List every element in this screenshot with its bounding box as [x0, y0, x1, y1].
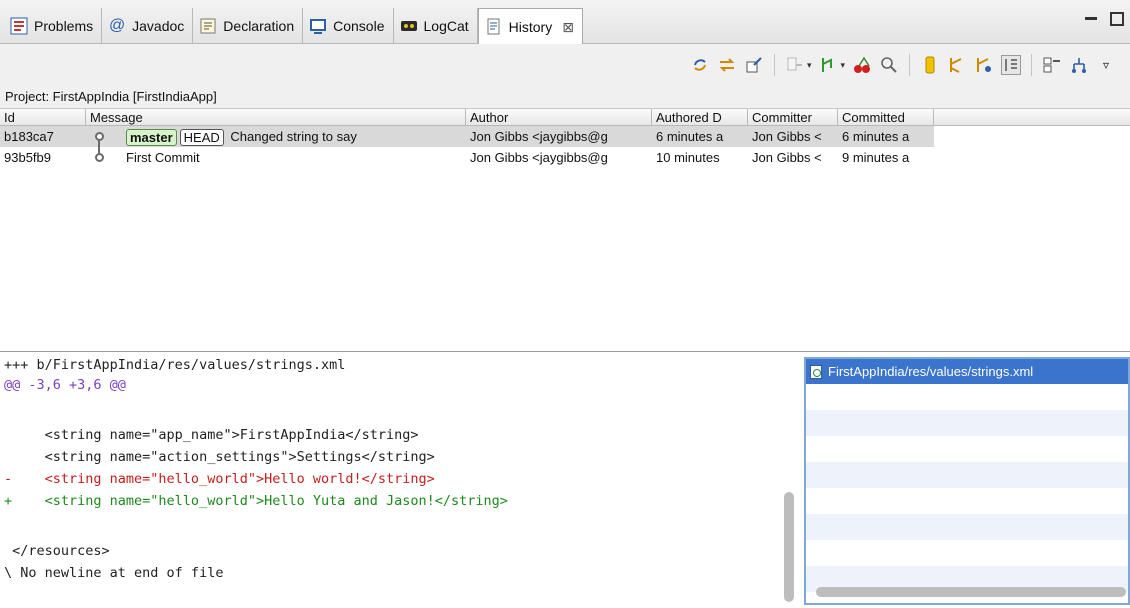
search-icon[interactable] — [879, 55, 899, 75]
layout-icon[interactable] — [1042, 55, 1062, 75]
xml-file-icon — [810, 364, 822, 379]
chevron-down-icon[interactable]: ▾ — [840, 60, 845, 71]
commit-message: Changed string to say — [230, 129, 357, 144]
files-horizontal-scrollbar[interactable] — [816, 587, 1126, 597]
column-header-committer[interactable]: Committer — [748, 109, 838, 125]
commit-graph — [86, 126, 126, 154]
commit-table-header: Id Message Author Authored D Committer C… — [0, 108, 1130, 126]
head-badge: HEAD — [179, 129, 224, 147]
table-row[interactable]: b183ca7 master HEAD Changed string to say… — [0, 126, 934, 154]
tab-javadoc[interactable]: @ Javadoc — [102, 8, 194, 44]
empty-row — [806, 488, 1128, 514]
show-all-branches-icon[interactable] — [947, 55, 967, 75]
cherry-pick-icon[interactable] — [852, 55, 872, 75]
empty-row — [806, 436, 1128, 462]
tab-label: Console — [333, 18, 385, 34]
at-sign-icon: @ — [109, 17, 126, 34]
tab-label: LogCat — [423, 18, 469, 34]
tab-problems[interactable]: Problems — [4, 8, 103, 44]
refresh-icon[interactable] — [690, 55, 710, 75]
pin-icon[interactable] — [744, 55, 764, 75]
tab-label: Declaration — [223, 18, 295, 34]
table-row[interactable]: 93b5fb9 First Commit Jon Gibbs <jaygibbs… — [0, 147, 1130, 168]
commit-id: 93b5fb9 — [4, 150, 51, 165]
empty-row — [806, 514, 1128, 540]
empty-row — [806, 384, 1128, 410]
commit-message: First Commit — [126, 150, 200, 165]
commit-author: Jon Gibbs <jaygibbs@g — [470, 129, 608, 144]
column-header-id[interactable]: Id — [0, 109, 86, 125]
list-item[interactable]: FirstAppIndia/res/values/strings.xml — [806, 359, 1128, 384]
view-window-controls — [1084, 12, 1124, 26]
file-path: FirstAppIndia/res/values/strings.xml — [828, 364, 1034, 379]
column-header-message[interactable]: Message — [86, 109, 466, 125]
commit-committer: Jon Gibbs < — [752, 150, 822, 165]
close-icon[interactable]: ⊠ — [562, 19, 574, 36]
branch-filter-icon[interactable] — [818, 55, 838, 75]
view-tab-bar: Problems @ Javadoc Declaration Console L… — [0, 0, 1130, 45]
tab-console[interactable]: Console — [303, 8, 394, 44]
empty-row — [806, 462, 1128, 488]
commit-node-icon — [95, 153, 104, 162]
console-icon — [310, 19, 327, 34]
column-header-authored-date[interactable]: Authored D — [652, 109, 748, 125]
commit-table: b183ca7 master HEAD Changed string to say… — [0, 126, 1130, 352]
commit-message-cell: master HEAD Changed string to say — [126, 126, 466, 147]
commit-author: Jon Gibbs <jaygibbs@g — [470, 150, 608, 165]
show-additional-refs-icon[interactable] — [974, 55, 994, 75]
repository-icon[interactable] — [920, 55, 940, 75]
minimize-icon[interactable] — [1084, 12, 1098, 26]
commit-id: b183ca7 — [4, 129, 54, 144]
tab-history[interactable]: History ⊠ — [477, 8, 583, 45]
toolbar-separator — [909, 54, 910, 76]
diff-vertical-scrollbar[interactable] — [784, 492, 794, 602]
commit-authored-date: 10 minutes — [656, 150, 720, 165]
view-menu-icon[interactable]: ▿ — [1096, 55, 1116, 75]
link-with-selection-icon[interactable] — [717, 55, 737, 75]
diff-viewer[interactable]: +++ b/FirstAppIndia/res/values/strings.x… — [0, 353, 800, 608]
toolbar-actions: ▾ ▾ ▿ — [690, 54, 1116, 76]
history-toolbar: ▾ ▾ ▿ — [0, 44, 1130, 86]
toolbar-separator — [773, 54, 775, 76]
diff-added-line: + <string name="hello_world">Hello Yuta … — [4, 493, 508, 509]
commit-graph — [86, 147, 126, 168]
problems-icon — [10, 17, 28, 35]
diff-no-newline-note: \ No newline at end of file — [4, 565, 224, 581]
diff-hunk-header: @@ -3,6 +3,6 @@ — [4, 377, 126, 393]
diff-context-line: <string name="app_name">FirstAppIndia</s… — [4, 427, 419, 443]
chevron-down-icon[interactable]: ▾ — [807, 60, 812, 71]
compare-mode-icon[interactable] — [785, 55, 805, 75]
diff-context-line: <string name="action_settings">Settings<… — [4, 449, 435, 465]
tab-declaration[interactable]: Declaration — [193, 8, 304, 44]
declaration-icon — [200, 18, 216, 34]
show-first-parent-icon[interactable] — [1001, 55, 1021, 75]
branch-badge: master — [126, 129, 177, 147]
column-header-committed-date[interactable]: Committed — [838, 109, 934, 125]
project-label: Project: FirstAppIndia [FirstIndiaApp] — [0, 86, 1130, 108]
tab-logcat[interactable]: LogCat — [394, 8, 478, 44]
empty-row — [806, 410, 1128, 436]
diff-removed-line: - <string name="hello_world">Hello world… — [4, 471, 435, 487]
commit-committer: Jon Gibbs < — [752, 129, 822, 144]
tab-list: Problems @ Javadoc Declaration Console L… — [4, 8, 583, 45]
commit-authored-date: 6 minutes a — [656, 129, 724, 144]
column-header-author[interactable]: Author — [466, 109, 652, 125]
commit-committed-date: 9 minutes a — [842, 150, 910, 165]
empty-row — [806, 540, 1128, 566]
tab-label: History — [508, 19, 553, 35]
tab-label: Problems — [34, 18, 94, 34]
toolbar-separator — [1031, 54, 1032, 76]
history-icon — [487, 18, 500, 35]
compare-tree-icon[interactable] — [1069, 55, 1089, 75]
changed-files-list: FirstAppIndia/res/values/strings.xml — [804, 357, 1130, 605]
maximize-icon[interactable] — [1110, 12, 1124, 26]
tab-label: Javadoc — [132, 18, 185, 34]
diff-context-line: </resources> — [4, 543, 110, 559]
diff-file-header: +++ b/FirstAppIndia/res/values/strings.x… — [4, 357, 346, 373]
commit-committed-date: 6 minutes a — [842, 129, 910, 144]
logcat-icon — [400, 21, 417, 31]
